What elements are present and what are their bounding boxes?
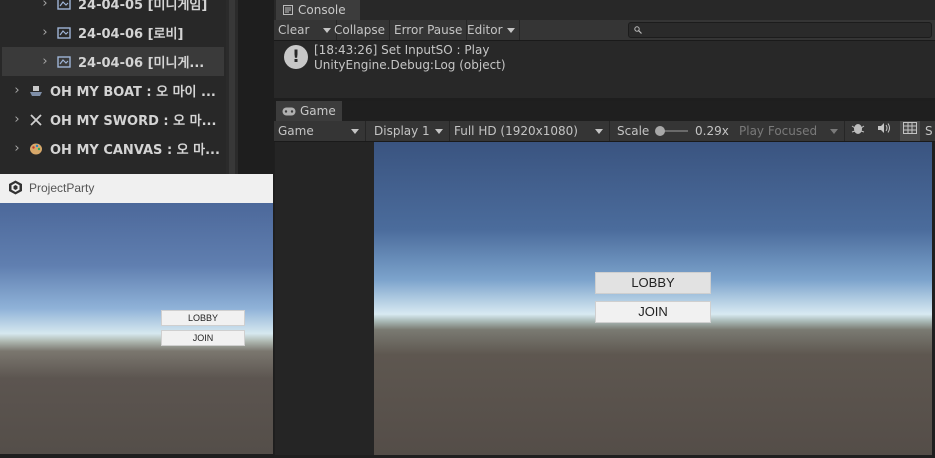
display-value: Display 1	[374, 124, 430, 138]
clear-label: Clear	[278, 23, 310, 37]
view-mode-dropdown[interactable]: Game	[274, 121, 366, 141]
sword-icon	[28, 112, 44, 128]
tab-console[interactable]: Console	[276, 0, 360, 20]
chevron-right-icon[interactable]: ›	[10, 141, 24, 156]
collapse-label: Collapse	[334, 23, 385, 37]
chevron-down-icon	[351, 129, 359, 134]
play-mode-value: Play Focused	[739, 124, 818, 138]
join-button[interactable]: JOIN	[595, 301, 711, 323]
tree-item-label: OH MY BOAT : 오 마이 ...	[50, 85, 216, 100]
tree-item-minigame-0405[interactable]: › 24-04-05 [미니게임]	[0, 0, 226, 18]
tree-item-label: 24-04-06 [로비]	[78, 27, 184, 42]
chevron-right-icon[interactable]: ›	[38, 54, 52, 69]
gizmos-label: S	[925, 124, 933, 138]
tree-item-lobby-0406[interactable]: › 24-04-06 [로비]	[0, 18, 226, 47]
tree-item-label: 24-04-06 [미니게...	[78, 56, 205, 71]
gizmos-button[interactable]: S	[925, 121, 935, 141]
editor-label: Editor	[467, 23, 503, 37]
scale-value: 0.29x	[695, 124, 729, 138]
tree-item-label: 24-04-05 [미니게임]	[78, 0, 208, 13]
log-message: [18:43:26] Set InputSO : Play	[314, 43, 490, 57]
chevron-down-icon	[595, 129, 603, 134]
log-stacktrace: UnityEngine.Debug:Log (object)	[314, 58, 506, 72]
game-toolbar: Game Display 1 Full HD (1920x1080) Scale…	[274, 121, 935, 142]
play-mode-dropdown[interactable]: Play Focused	[735, 121, 845, 141]
collapse-button[interactable]: Collapse	[330, 20, 390, 40]
chevron-right-icon[interactable]: ›	[10, 83, 24, 98]
tree-item-oh-my-boat[interactable]: › OH MY BOAT : 오 마이 ...	[0, 76, 226, 105]
tab-label: Game	[300, 104, 336, 118]
palette-icon	[28, 141, 44, 157]
lobby-button[interactable]: LOBBY	[595, 272, 711, 294]
scene-icon	[56, 0, 72, 12]
tree-item-minigame-0406[interactable]: › 24-04-06 [미니게...	[2, 47, 224, 76]
project-party-viewport[interactable]	[0, 203, 273, 454]
scene-icon	[56, 54, 72, 70]
resolution-dropdown[interactable]: Full HD (1920x1080)	[450, 121, 610, 141]
display-dropdown[interactable]: Display 1	[370, 121, 450, 141]
chevron-down-icon	[506, 28, 515, 33]
game-viewport[interactable]	[374, 142, 932, 455]
scrollbar-thumb[interactable]	[229, 0, 235, 175]
chevron-right-icon[interactable]: ›	[38, 0, 52, 11]
tab-label: Console	[298, 3, 346, 17]
scale-slider-handle[interactable]	[655, 126, 665, 136]
console-search-input[interactable]	[628, 22, 932, 38]
gamepad-icon	[282, 107, 296, 115]
console-icon	[283, 5, 293, 15]
boat-icon	[28, 83, 44, 99]
stats-icon[interactable]	[900, 121, 920, 141]
view-mode-value: Game	[278, 124, 314, 138]
join-button-small[interactable]: JOIN	[161, 330, 245, 346]
unity-logo-icon	[9, 180, 22, 195]
resolution-value: Full HD (1920x1080)	[454, 124, 578, 138]
scale-label: Scale	[617, 124, 650, 138]
error-pause-label: Error Pause	[394, 23, 463, 37]
chevron-right-icon[interactable]: ›	[38, 25, 52, 40]
tree-item-oh-my-canvas[interactable]: › OH MY CANVAS : 오 마...	[0, 134, 226, 163]
scene-icon	[56, 25, 72, 41]
chevron-down-icon	[830, 129, 838, 134]
error-pause-button[interactable]: Error Pause	[390, 20, 468, 40]
info-icon: !	[284, 45, 308, 69]
hierarchy-panel: › 24-04-05 [미니게임] › 24-04-06 [로비] › 24-0…	[0, 0, 238, 175]
lobby-button-small[interactable]: LOBBY	[161, 310, 245, 326]
window-title: ProjectParty	[29, 181, 95, 195]
search-icon	[634, 26, 642, 34]
audio-icon[interactable]	[874, 121, 894, 141]
tab-game[interactable]: Game	[276, 101, 342, 121]
clear-button[interactable]: Clear	[274, 20, 337, 40]
tree-item-label: OH MY CANVAS : 오 마...	[50, 143, 220, 158]
game-view-margin	[275, 142, 374, 455]
tree-item-oh-my-sword[interactable]: › OH MY SWORD : 오 마...	[0, 105, 226, 134]
chevron-right-icon[interactable]: ›	[10, 112, 24, 127]
chevron-down-icon	[435, 129, 443, 134]
tree-item-label: OH MY SWORD : 오 마...	[50, 114, 217, 129]
bug-icon[interactable]	[848, 121, 868, 141]
editor-dropdown[interactable]: Editor	[463, 20, 520, 40]
